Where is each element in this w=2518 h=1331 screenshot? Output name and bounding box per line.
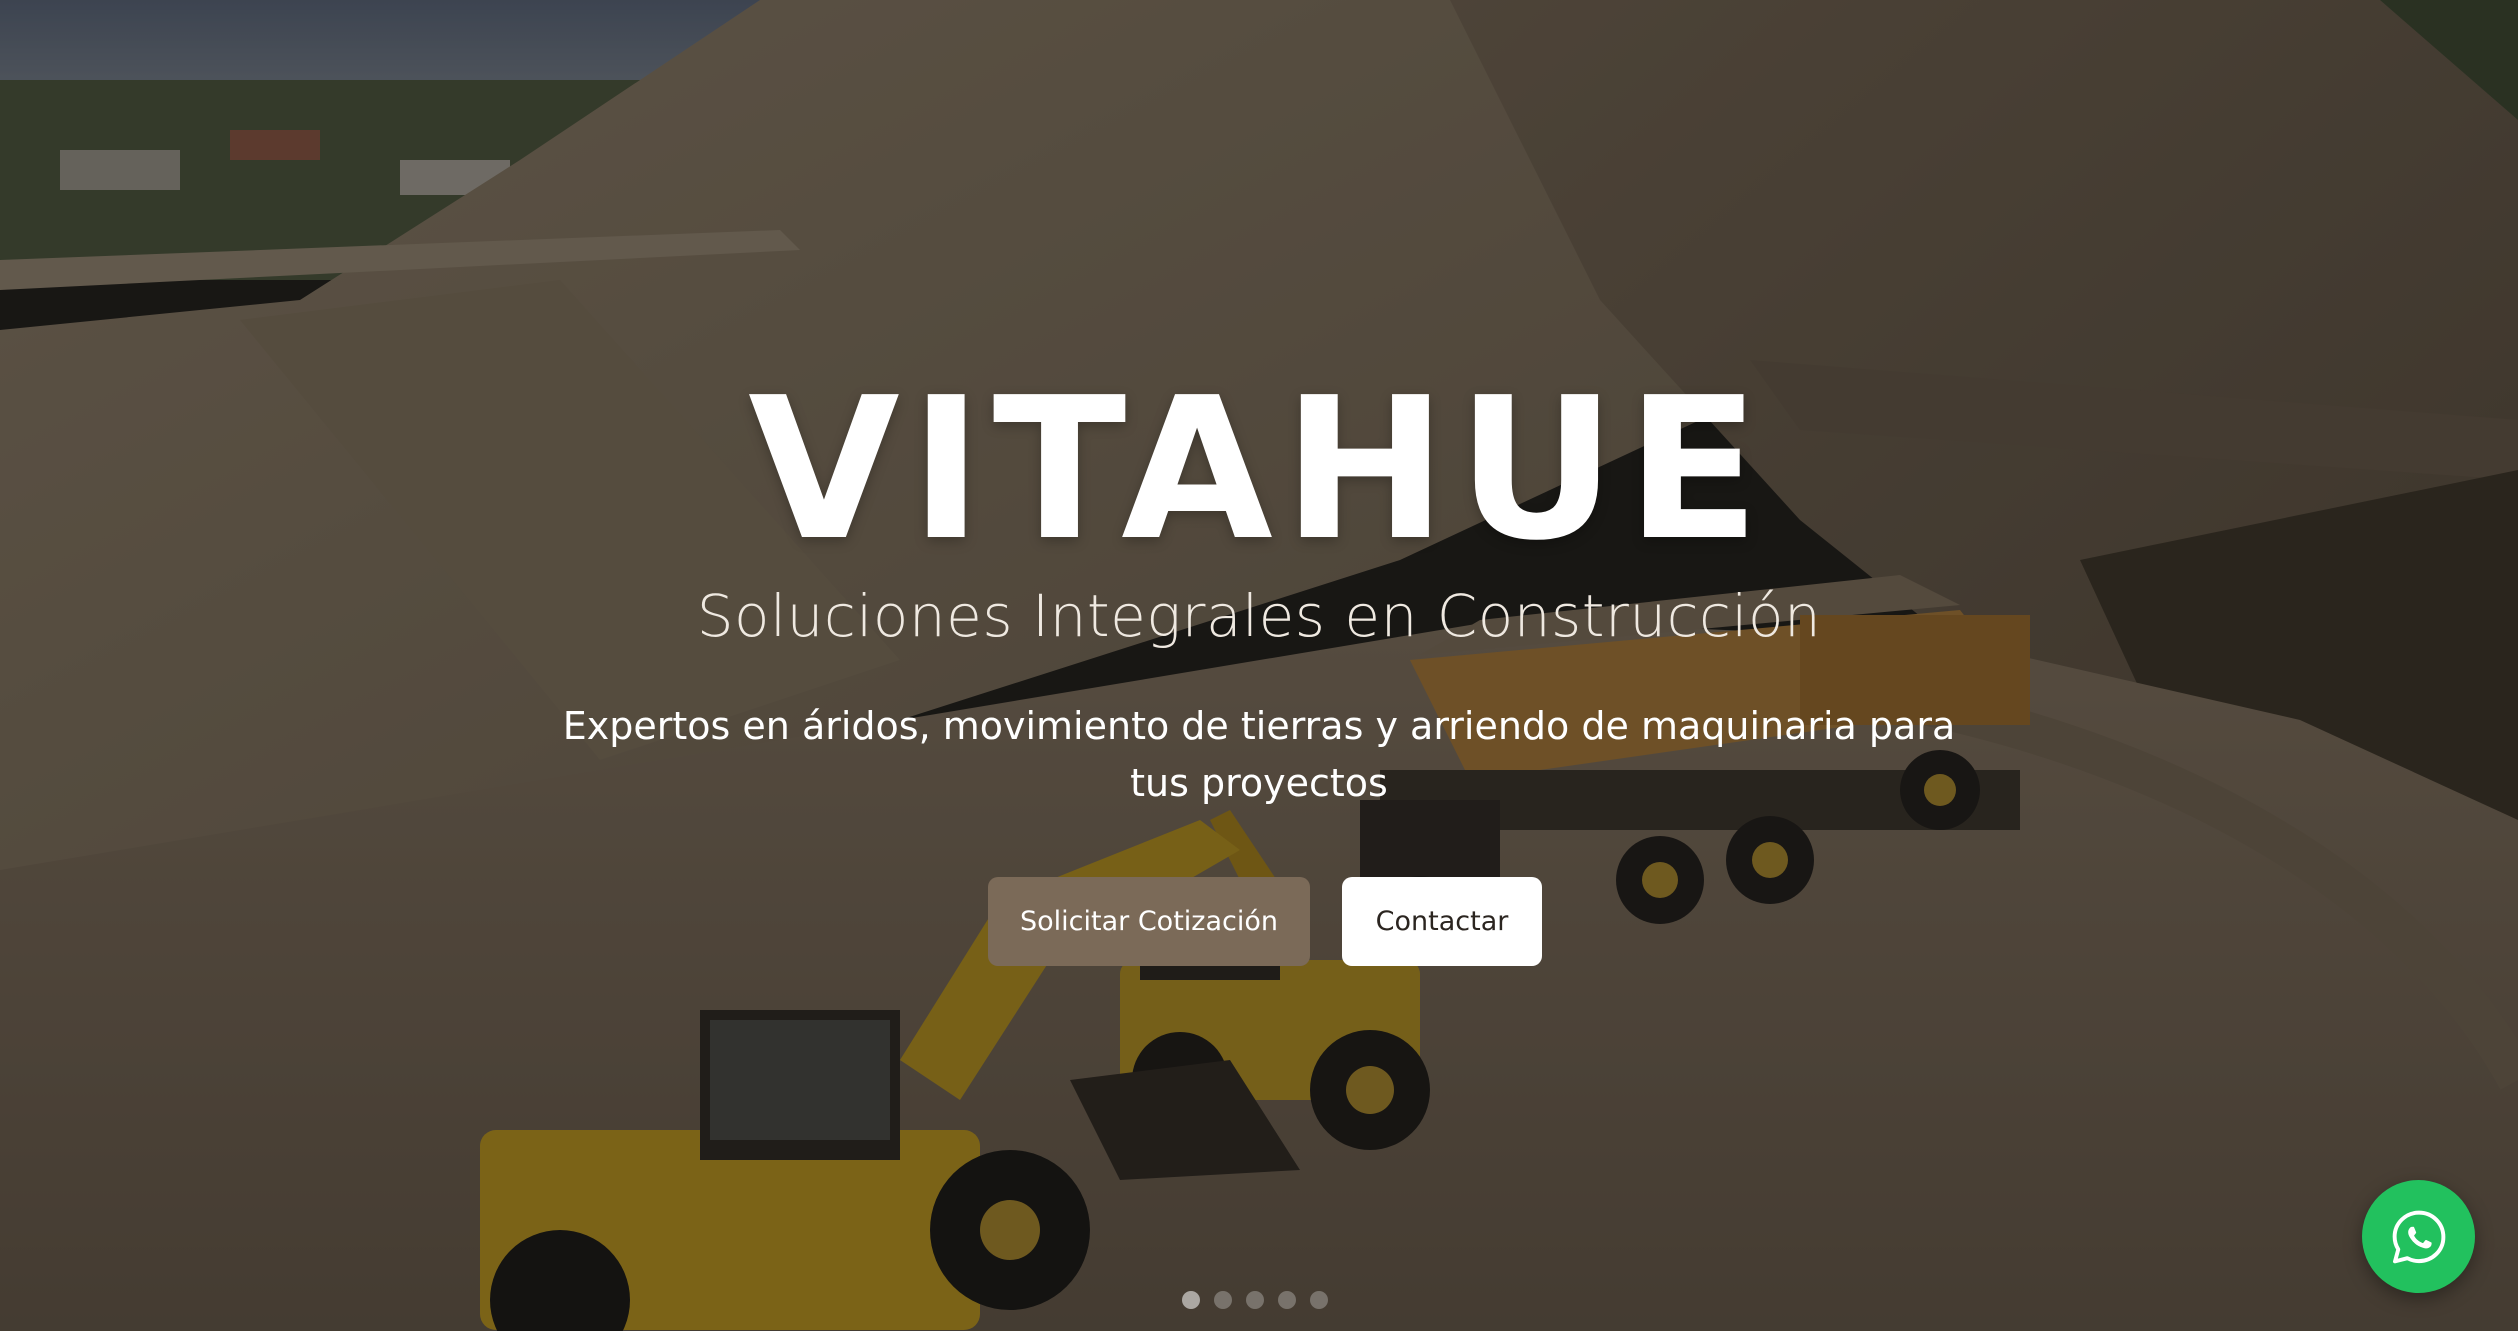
brand-title: VITAHUE	[748, 356, 1770, 584]
whatsapp-button[interactable]	[2362, 1180, 2475, 1293]
hero-description: Expertos en áridos, movimiento de tierra…	[562, 704, 1956, 805]
carousel-indicators	[1182, 1291, 1328, 1309]
carousel-dot-3[interactable]	[1246, 1291, 1264, 1309]
carousel-dot-5[interactable]	[1310, 1291, 1328, 1309]
carousel-dot-4[interactable]	[1278, 1291, 1296, 1309]
whatsapp-icon	[2392, 1210, 2445, 1263]
contact-button[interactable]: Contactar	[1342, 877, 1542, 966]
carousel-dot-1[interactable]	[1182, 1291, 1200, 1309]
hero-tagline: Soluciones Integrales en Construcción	[696, 582, 1822, 650]
hero-slider: VITAHUE Soluciones Integrales en Constru…	[0, 0, 2518, 1331]
request-quote-button[interactable]: Solicitar Cotización	[988, 877, 1310, 966]
hero-content: VITAHUE Soluciones Integrales en Constru…	[0, 0, 2518, 1331]
carousel-dot-2[interactable]	[1214, 1291, 1232, 1309]
hero-actions: Solicitar Cotización Contactar	[0, 877, 2518, 966]
